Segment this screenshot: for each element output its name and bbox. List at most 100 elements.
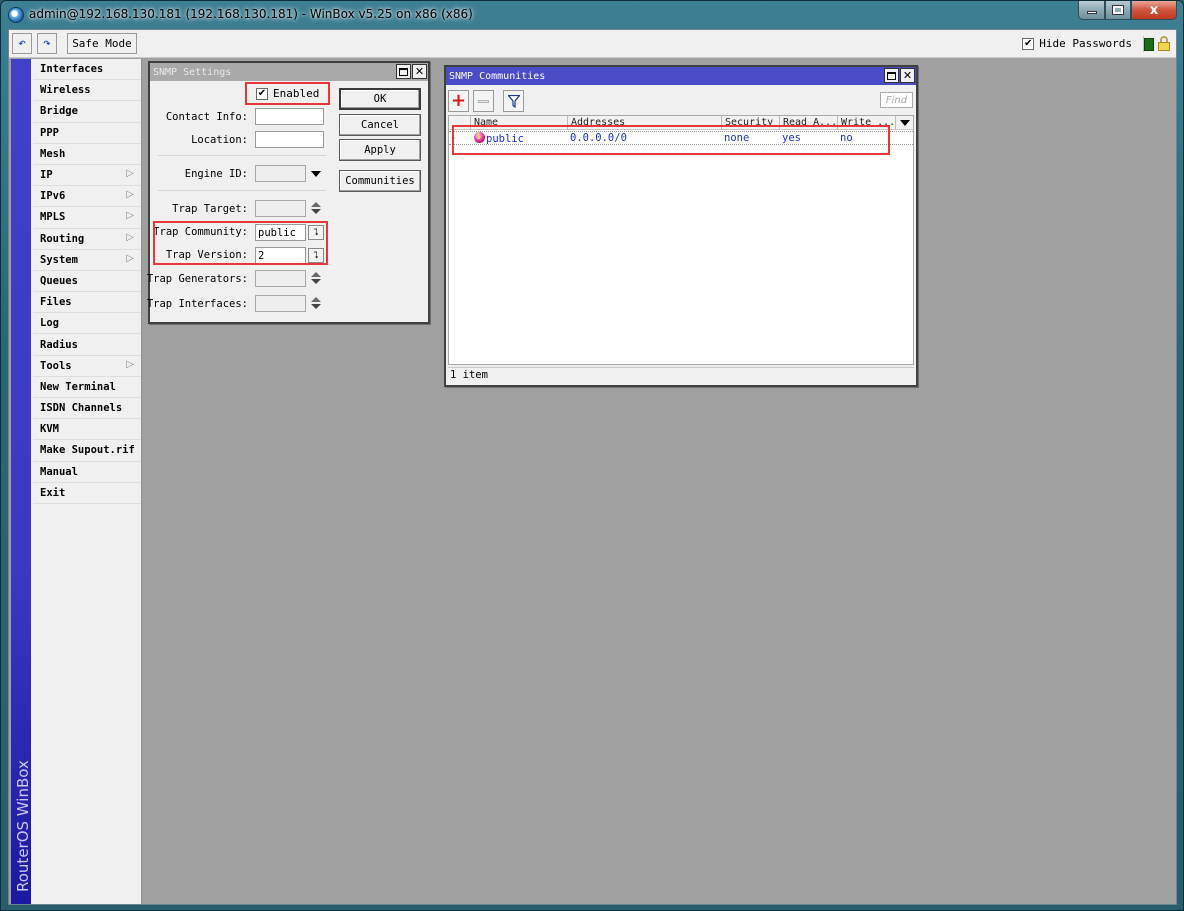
column-header-write-access[interactable]: Write ... [838, 116, 896, 130]
trap-version-dropdown-button[interactable]: ⮧ [308, 248, 324, 263]
sidebar-brand-strip: RouterOS WinBox [11, 59, 32, 904]
sidebar-item-ip[interactable]: IP ▷ [33, 165, 141, 187]
sidebar-item-ppp[interactable]: PPP [33, 123, 141, 144]
submenu-arrow-icon: ▷ [126, 358, 134, 370]
engine-id-input[interactable] [255, 165, 306, 182]
sidebar-item-label: Manual [40, 465, 78, 478]
title-bar[interactable]: admin@192.168.130.181 (192.168.130.181) … [1, 1, 1183, 29]
sidebar-item-interfaces[interactable]: Interfaces [33, 59, 141, 81]
sidebar-item-queues[interactable]: Queues [33, 271, 141, 293]
location-label: Location: [191, 134, 248, 146]
location-input[interactable] [255, 131, 324, 148]
row-marker-icon: › [450, 132, 457, 144]
sidebar-item-label: Queues [40, 274, 78, 287]
sidebar-item-label: Make Supout.rif [40, 444, 135, 457]
maximize-button[interactable] [1105, 1, 1131, 20]
filter-button[interactable] [503, 90, 524, 112]
minimize-icon [1086, 11, 1097, 14]
trap-community-dropdown-button[interactable]: ⮧ [308, 225, 324, 240]
winbox-app-icon[interactable] [8, 7, 24, 23]
trap-community-label: Trap Community: [153, 226, 248, 238]
trap-generators-input[interactable] [255, 270, 306, 287]
hide-passwords-toggle[interactable]: ✔ Hide Passwords [1022, 37, 1132, 50]
communities-maximize-button[interactable] [884, 68, 899, 83]
sidebar-item-make-supout-rif[interactable]: Make Supout.rif [33, 440, 141, 462]
sidebar-item-system[interactable]: System ▷ [33, 250, 141, 271]
trap-interfaces-input[interactable] [255, 295, 306, 312]
separator [158, 190, 326, 191]
undo-button[interactable]: ↶ [12, 33, 32, 54]
sidebar-item-mesh[interactable]: Mesh [33, 144, 141, 165]
ok-button[interactable]: OK [339, 88, 421, 110]
dropdown-icon: ⮧ [313, 227, 319, 238]
trap-community-select[interactable]: public [255, 224, 306, 241]
sidebar-item-tools[interactable]: Tools ▷ [33, 356, 141, 377]
cancel-button[interactable]: Cancel [339, 114, 421, 136]
remove-icon [478, 99, 489, 103]
trap-target-add-remove-icon[interactable] [311, 202, 321, 216]
sidebar-item-bridge[interactable]: Bridge [33, 101, 141, 123]
sidebar-item-kvm[interactable]: KVM [33, 419, 141, 441]
sidebar-item-wireless[interactable]: Wireless [33, 80, 141, 102]
sidebar-item-ipv6[interactable]: IPv6 ▷ [33, 186, 141, 208]
chevron-down-icon [900, 120, 910, 126]
trap-generators-add-remove-icon[interactable] [311, 272, 321, 286]
trap-target-input[interactable] [255, 200, 306, 217]
redo-icon: ↷ [43, 36, 51, 51]
submenu-arrow-icon: ▷ [126, 189, 134, 201]
column-header-marker [449, 116, 471, 130]
safe-mode-button[interactable]: Safe Mode [67, 33, 137, 54]
sidebar-item-manual[interactable]: Manual [33, 462, 141, 483]
sidebar-item-new-terminal[interactable]: New Terminal [33, 377, 141, 398]
dropdown-icon: ⮧ [313, 250, 319, 261]
sidebar-item-mpls[interactable]: MPLS ▷ [33, 207, 141, 229]
column-header-name[interactable]: Name [471, 116, 568, 130]
sidebar-item-label: Mesh [40, 147, 66, 160]
communities-close-button[interactable]: ✕ [900, 68, 915, 83]
contact-info-input[interactable] [255, 108, 324, 125]
trap-interfaces-add-remove-icon[interactable] [311, 297, 321, 311]
engine-id-dropdown-icon[interactable] [311, 171, 321, 177]
column-header-security[interactable]: Security [722, 116, 780, 130]
enabled-toggle[interactable]: ✔ Enabled [256, 87, 319, 100]
column-header-addresses[interactable]: Addresses [568, 116, 722, 130]
sidebar-item-label: Wireless [40, 84, 91, 97]
sidebar-item-label: Routing [40, 232, 85, 245]
snmp-settings-titlebar[interactable]: SNMP Settings [150, 63, 428, 81]
column-header-read-access[interactable]: Read A... [780, 116, 838, 130]
snmp-communities-titlebar[interactable]: SNMP Communities [446, 67, 916, 85]
enabled-label: Enabled [273, 87, 320, 100]
sidebar-item-files[interactable]: Files [33, 292, 141, 314]
maximize-icon [399, 67, 408, 76]
lock-icon [1158, 36, 1170, 51]
snmp-settings-maximize-button[interactable] [396, 64, 411, 79]
sidebar-item-label: MPLS [40, 211, 66, 224]
sidebar-item-log[interactable]: Log [33, 313, 141, 335]
main-toolbar: ↶ ↷ Safe Mode ✔ Hide Passwords [9, 30, 1176, 58]
sidebar-item-radius[interactable]: Radius [33, 334, 141, 356]
hide-passwords-checkbox[interactable]: ✔ [1022, 37, 1035, 50]
find-input[interactable]: Find [880, 92, 913, 108]
sidebar-item-isdn-channels[interactable]: ISDN Channels [33, 398, 141, 420]
sidebar-item-routing[interactable]: Routing ▷ [33, 229, 141, 250]
communities-button[interactable]: Communities [339, 170, 421, 192]
filter-icon [507, 94, 520, 108]
table-row[interactable]: › public 0.0.0.0/0 none yes no [449, 131, 913, 145]
remove-community-button[interactable] [473, 90, 494, 112]
apply-button[interactable]: Apply [339, 139, 421, 161]
enabled-checkbox[interactable]: ✔ [256, 87, 268, 100]
close-icon: ✕ [414, 65, 425, 78]
sidebar-item-exit[interactable]: Exit [33, 483, 141, 504]
redo-button[interactable]: ↷ [37, 33, 57, 54]
column-menu-button[interactable] [897, 116, 913, 130]
minimize-button[interactable] [1078, 1, 1105, 20]
sidebar-item-label: Tools [40, 359, 72, 372]
snmp-settings-title: SNMP Settings [153, 66, 232, 78]
trap-version-select[interactable]: 2 [255, 247, 306, 264]
submenu-arrow-icon: ▷ [126, 231, 134, 243]
add-community-button[interactable]: + [448, 90, 469, 112]
connection-status-icon [1144, 38, 1154, 51]
close-button[interactable]: x [1131, 1, 1177, 20]
sidebar-item-label: IP [40, 169, 53, 182]
snmp-settings-close-button[interactable]: ✕ [412, 64, 427, 79]
